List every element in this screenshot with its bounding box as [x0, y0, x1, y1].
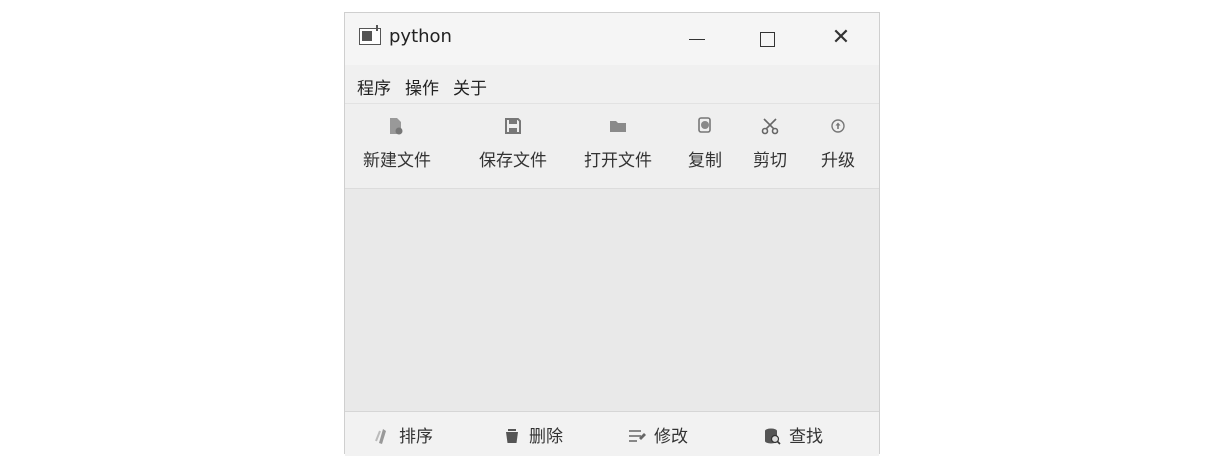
new-file-icon [390, 118, 403, 135]
save-file-button[interactable]: 保存文件 [473, 116, 553, 171]
menu-program[interactable]: 程序 [357, 74, 391, 99]
maximize-icon [759, 32, 775, 47]
upgrade-button[interactable]: 升级 [818, 116, 858, 171]
delete-button[interactable]: 删除 [503, 422, 563, 447]
menu-about[interactable]: 关于 [453, 74, 487, 99]
open-file-button[interactable]: 打开文件 [578, 116, 658, 171]
search-database-icon [765, 428, 781, 445]
edit-icon [629, 430, 646, 442]
upgrade-icon [831, 119, 845, 133]
upgrade-label: 升级 [821, 151, 855, 171]
edit-button[interactable]: 修改 [628, 422, 688, 447]
copy-label: 复制 [688, 151, 722, 171]
close-button[interactable]: ✕ [819, 23, 863, 53]
save-icon [505, 118, 521, 134]
open-file-label: 打开文件 [584, 151, 652, 171]
maximize-button[interactable] [745, 23, 789, 53]
copy-icon [698, 117, 711, 133]
menu-operation[interactable]: 操作 [405, 74, 439, 99]
main-content-area [345, 189, 879, 411]
new-file-label: 新建文件 [363, 151, 431, 171]
sort-button[interactable]: 排序 [373, 422, 433, 447]
edit-label: 修改 [654, 427, 688, 447]
minimize-icon [689, 38, 705, 41]
bottom-tool-bar: 排序 删除 修改 查找 [345, 411, 879, 456]
trash-icon [506, 429, 518, 443]
folder-open-icon [610, 121, 626, 132]
sort-icon [375, 429, 386, 444]
sort-label: 排序 [399, 427, 433, 447]
tool-bar: 新建文件 保存文件 打开文件 复制 剪切 升级 [345, 104, 879, 189]
minimize-button[interactable] [675, 23, 719, 53]
cut-label: 剪切 [753, 151, 787, 171]
close-icon: ✕ [831, 25, 851, 50]
search-button[interactable]: 查找 [763, 422, 823, 447]
save-file-label: 保存文件 [479, 151, 547, 171]
search-label: 查找 [789, 427, 823, 447]
window-title: python [389, 26, 452, 47]
app-window-icon [359, 25, 381, 45]
copy-button[interactable]: 复制 [685, 116, 725, 171]
app-window: python ✕ 程序 操作 关于 新建文件 保存文件 打开文件 复制 剪切 升… [344, 12, 880, 456]
delete-label: 删除 [529, 427, 563, 447]
scissors-icon [761, 118, 779, 135]
menu-bar: 程序 操作 关于 [345, 65, 879, 104]
title-bar[interactable]: python ✕ [345, 13, 879, 65]
new-file-button[interactable]: 新建文件 [363, 116, 431, 171]
cut-button[interactable]: 剪切 [750, 116, 790, 171]
